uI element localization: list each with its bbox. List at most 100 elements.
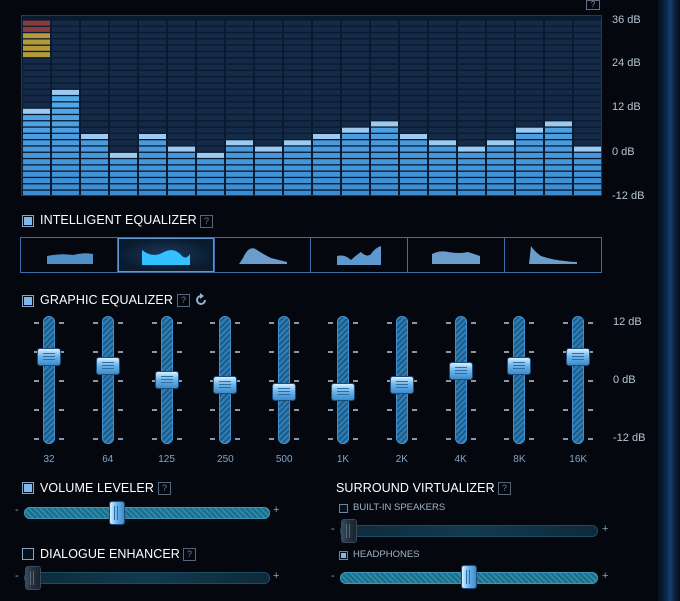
eq-tick bbox=[176, 351, 182, 353]
eq-band-knob[interactable] bbox=[332, 383, 354, 400]
eq-tick bbox=[117, 351, 123, 353]
volume-leveler-help-icon[interactable]: ? bbox=[158, 482, 171, 495]
volume-leveler-knob[interactable] bbox=[110, 502, 125, 524]
analyzer-db-label: 0 dB bbox=[612, 146, 635, 158]
intelligent-eq-checkbox[interactable] bbox=[22, 215, 34, 227]
eq-tick bbox=[34, 322, 39, 324]
eq-tick bbox=[445, 322, 451, 324]
eq-tick bbox=[445, 438, 451, 440]
eq-tick bbox=[117, 438, 123, 440]
volume-leveler-slider[interactable] bbox=[24, 507, 270, 519]
built-in-speakers-checkbox[interactable] bbox=[339, 504, 348, 513]
speakers-minus: - bbox=[331, 523, 335, 535]
preset-speech[interactable] bbox=[408, 238, 506, 272]
preset-rich[interactable] bbox=[117, 238, 215, 272]
preset-curve-icon bbox=[238, 248, 287, 264]
eq-tick bbox=[92, 380, 98, 382]
eq-tick bbox=[92, 351, 98, 353]
graphic-eq-db-label: 0 dB bbox=[613, 374, 636, 386]
eq-band-slider[interactable] bbox=[572, 316, 585, 444]
surround-virtualizer-help-icon[interactable]: ? bbox=[498, 482, 511, 495]
volume-leveler-checkbox[interactable] bbox=[22, 482, 34, 494]
eq-tick bbox=[470, 438, 476, 440]
eq-tick bbox=[176, 322, 182, 324]
eq-band-frequency: 500 bbox=[275, 454, 293, 465]
preset-custom[interactable] bbox=[505, 238, 601, 272]
eq-band-knob[interactable] bbox=[214, 376, 237, 393]
intelligent-eq-help-icon[interactable]: ? bbox=[200, 215, 213, 228]
eq-tick bbox=[117, 322, 123, 324]
eq-tick bbox=[176, 409, 182, 411]
eq-tick bbox=[294, 409, 300, 411]
eq-tick bbox=[386, 409, 392, 411]
dialogue-enhancer-plus: + bbox=[273, 570, 280, 582]
eq-tick bbox=[294, 322, 300, 324]
eq-tick bbox=[59, 438, 64, 440]
preset-curve-icon bbox=[432, 251, 481, 264]
analyzer-db-label: 24 dB bbox=[612, 57, 641, 69]
eq-tick bbox=[328, 380, 333, 382]
dialogue-enhancer-checkbox[interactable] bbox=[22, 548, 34, 560]
eq-tick bbox=[176, 438, 182, 440]
eq-band-slider[interactable] bbox=[278, 316, 291, 444]
eq-tick bbox=[411, 322, 417, 324]
dialogue-enhancer-help-icon[interactable]: ? bbox=[183, 548, 196, 561]
dialogue-enhancer-slider[interactable] bbox=[24, 572, 270, 584]
reset-icon[interactable] bbox=[194, 293, 208, 307]
eq-tick bbox=[59, 322, 64, 324]
eq-tick bbox=[353, 380, 358, 382]
eq-band-knob[interactable] bbox=[449, 362, 472, 379]
eq-band-frequency: 4K bbox=[454, 454, 467, 465]
preset-vocal[interactable] bbox=[311, 238, 409, 272]
spectrum-bars bbox=[23, 20, 601, 195]
graphic-eq-title: GRAPHIC EQUALIZER bbox=[40, 293, 173, 307]
preset-open[interactable] bbox=[21, 238, 118, 272]
built-in-speakers-slider[interactable] bbox=[340, 525, 598, 537]
eq-tick bbox=[353, 351, 358, 353]
headphones-knob[interactable] bbox=[462, 566, 476, 588]
eq-tick bbox=[235, 322, 241, 324]
eq-tick bbox=[151, 351, 157, 353]
volume-leveler-minus: - bbox=[15, 504, 19, 516]
eq-band-knob[interactable] bbox=[567, 348, 590, 365]
graphic-eq-checkbox[interactable] bbox=[22, 295, 34, 307]
eq-tick bbox=[563, 380, 569, 382]
eq-band-slider[interactable] bbox=[101, 316, 114, 444]
eq-band-slider[interactable] bbox=[43, 316, 55, 444]
eq-band-slider[interactable] bbox=[513, 316, 526, 444]
eq-tick bbox=[328, 322, 333, 324]
eq-tick bbox=[269, 438, 275, 440]
dialogue-enhancer-knob[interactable] bbox=[26, 567, 40, 589]
volume-leveler-plus: + bbox=[273, 504, 280, 516]
headphones-checkbox[interactable] bbox=[339, 551, 348, 560]
built-in-speakers-knob[interactable] bbox=[342, 520, 356, 542]
analyzer-help-icon[interactable]: ? bbox=[586, 0, 600, 10]
eq-tick bbox=[445, 409, 451, 411]
eq-band-knob[interactable] bbox=[38, 348, 60, 365]
eq-band-knob[interactable] bbox=[390, 376, 413, 393]
eq-band-knob[interactable] bbox=[96, 358, 119, 374]
eq-band-slider[interactable] bbox=[337, 316, 349, 444]
eq-tick bbox=[563, 438, 569, 440]
graphic-eq-help-icon[interactable]: ? bbox=[177, 294, 190, 307]
eq-tick bbox=[445, 351, 451, 353]
eq-tick bbox=[59, 409, 64, 411]
preset-focused[interactable] bbox=[215, 238, 312, 272]
eq-tick bbox=[328, 351, 333, 353]
eq-tick bbox=[470, 380, 476, 382]
eq-band-knob[interactable] bbox=[155, 372, 178, 388]
eq-tick bbox=[563, 409, 569, 411]
dialogue-enhancer-title: DIALOGUE ENHANCER bbox=[40, 547, 180, 561]
intelligent-eq-title: INTELLIGENT EQUALIZER bbox=[40, 213, 197, 227]
graphic-eq-db-label: -12 dB bbox=[613, 432, 646, 444]
eq-band-knob[interactable] bbox=[508, 358, 531, 374]
eq-band-knob[interactable] bbox=[273, 383, 296, 400]
eq-tick bbox=[386, 351, 392, 353]
headphones-label: HEADPHONES bbox=[353, 549, 420, 560]
eq-tick bbox=[504, 322, 510, 324]
eq-tick bbox=[470, 322, 476, 324]
eq-tick bbox=[210, 322, 216, 324]
preset-curve-icon bbox=[337, 246, 382, 265]
surround-virtualizer-title: SURROUND VIRTUALIZER bbox=[336, 481, 495, 495]
eq-band-slider[interactable] bbox=[454, 316, 467, 444]
